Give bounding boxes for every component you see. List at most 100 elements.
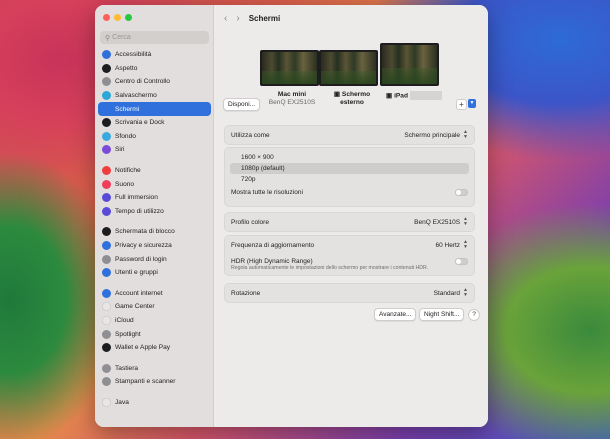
sidebar-item-label: Game Center (115, 303, 155, 311)
sidebar-item-centro-di-controllo[interactable]: Centro di Controllo (98, 75, 211, 89)
sidebar-item-schermi[interactable]: Schermi (98, 102, 211, 116)
screen-time-icon (102, 206, 111, 216)
sidebar-item-label: Wallet e Apple Pay (115, 344, 171, 352)
sidebar-item-label: Suono (115, 180, 135, 188)
forward-arrow-icon[interactable]: › (236, 13, 239, 24)
sidebar-nav: Accessibilità Aspetto Centro di Controllo S… (98, 48, 211, 409)
sidebar-item-label: Aspetto (115, 64, 138, 72)
privacy-icon (102, 241, 111, 251)
sidebar-item-spotlight[interactable]: Spotlight (98, 327, 211, 341)
sidebar-item-full-immersion[interactable]: Full immersion (98, 191, 211, 205)
sidebar-item-accessibilit[interactable]: Accessibilità (98, 48, 211, 62)
lock-screen-icon (102, 227, 111, 237)
sidebar-item-label: Privacy e sicurezza (115, 242, 172, 250)
sidebar-item-utenti-e-gruppi[interactable]: Utenti e gruppi (98, 266, 211, 280)
sidebar-item-label: Siri (115, 146, 125, 154)
display-label-ipad[interactable]: ▣ iPad (386, 91, 446, 100)
wallet-icon (102, 343, 111, 353)
sidebar-item-label: Tempo di utilizzo (115, 207, 164, 215)
close-button[interactable] (103, 14, 110, 21)
sidebar-item-game-center[interactable]: Game Center (98, 300, 211, 314)
sidebar-item-label: Full immersion (115, 194, 158, 202)
window-controls (103, 14, 132, 21)
sidebar-item-label: Java (115, 398, 129, 406)
nav-separator (98, 389, 211, 396)
sidebar-item-label: Accessibilità (115, 51, 152, 59)
sidebar-item-java[interactable]: Java (98, 396, 211, 410)
sidebar-item-privacy-e-sicurezza[interactable]: Privacy e sicurezza (98, 239, 211, 253)
main-pane: ‹ › Schermi Mac mini BenQ EX2510S ▣ Sche… (214, 5, 488, 427)
rotation-row: Rotazione Standard ▲ ▼ (231, 287, 468, 298)
show-all-toggle[interactable] (455, 188, 468, 196)
refresh-popup[interactable]: 60 Hertz ▲ ▼ (435, 240, 468, 250)
sidebar-item-label: Spotlight (115, 330, 141, 338)
sidebar-item-tempo-di-utilizzo[interactable]: Tempo di utilizzo (98, 205, 211, 219)
sidebar-item-label: Account internet (115, 289, 163, 297)
search-field[interactable]: ⚲ (100, 31, 209, 44)
sidebar-item-stampanti-e-scanner[interactable]: Stampanti e scanner (98, 375, 211, 389)
monitor-icon: ▣ (386, 92, 393, 100)
updown-chevron-icon: ▲ ▼ (463, 129, 468, 140)
display-label-mac-mini[interactable]: Mac mini BenQ EX2510S (262, 91, 322, 107)
sidebar-item-aspetto[interactable]: Aspetto (98, 62, 211, 76)
control-center-icon (102, 77, 111, 87)
sidebar-item-salvaschermo[interactable]: Salvaschermo (98, 89, 211, 103)
advanced-button[interactable]: Avanzate... (374, 308, 417, 321)
rotation-popup[interactable]: Standard ▲ ▼ (434, 288, 468, 298)
minimize-button[interactable] (114, 14, 121, 21)
resolution-option[interactable]: 1600 × 900 (230, 152, 469, 163)
sidebar-item-schermata-di-blocco[interactable]: Schermata di blocco (98, 225, 211, 239)
sidebar-item-label: Scrivania e Dock (115, 119, 165, 127)
nav-separator (98, 157, 211, 164)
rotation-card: Rotazione Standard ▲ ▼ (224, 283, 475, 303)
search-input[interactable] (112, 34, 203, 41)
appearance-icon (102, 63, 111, 73)
hdr-toggle[interactable] (455, 257, 468, 265)
screensaver-icon (102, 91, 111, 101)
sidebar-item-password-di-login[interactable]: Password di login (98, 252, 211, 266)
game-center-icon (102, 302, 111, 312)
sidebar-item-suono[interactable]: Suono (98, 177, 211, 191)
help-button[interactable]: ? (468, 309, 480, 321)
nav-separator (98, 280, 211, 287)
sidebar-item-label: iCloud (115, 316, 134, 324)
sidebar-item-label: Notifiche (115, 167, 141, 175)
display-label-external[interactable]: ▣ Schermo esterno (326, 91, 378, 107)
resolution-option[interactable]: 1080p (default) (230, 163, 469, 174)
use-as-popup[interactable]: Schermo principale ▲ ▼ (404, 130, 468, 140)
users-icon (102, 268, 111, 278)
wallpaper-icon (102, 131, 111, 141)
sidebar-item-account-internet[interactable]: Account internet (98, 287, 211, 301)
sidebar-item-scrivania-e-dock[interactable]: Scrivania e Dock (98, 116, 211, 130)
arrange-button[interactable]: Disponi... (223, 98, 261, 111)
night-shift-button[interactable]: Night Shift... (419, 308, 465, 321)
monitor-icon: ▣ (333, 91, 341, 98)
sidebar: ⚲ Accessibilità Aspetto Centro di Controll… (95, 5, 214, 427)
updown-chevron-icon: ▲ ▼ (463, 216, 468, 227)
sidebar-item-sfondo[interactable]: Sfondo (98, 130, 211, 144)
display-thumbnail-ipad[interactable] (380, 43, 439, 86)
sidebar-item-label: Salvaschermo (115, 92, 157, 100)
add-display-button[interactable]: + (456, 99, 467, 110)
sidebar-item-label: Stampanti e scanner (115, 378, 176, 386)
keyboard-icon (102, 363, 111, 373)
nav-separator (98, 354, 211, 361)
chevron-down-icon[interactable]: ▼ (468, 99, 476, 108)
search-icon: ⚲ (105, 34, 111, 42)
color-profile-popup[interactable]: BenQ EX2510S ▲ ▼ (414, 217, 468, 227)
sidebar-item-wallet-e-apple-pay[interactable]: Wallet e Apple Pay (98, 341, 211, 355)
resolution-option[interactable]: 720p (230, 174, 469, 185)
hdr-hint: Regola automaticamente le impostazioni d… (231, 265, 429, 271)
resolution-card: 1600 × 900 1080p (default) 720p Mostra tut… (224, 147, 475, 207)
maximize-button[interactable] (125, 14, 132, 21)
color-profile-card: Profilo colore BenQ EX2510S ▲ ▼ (224, 212, 475, 232)
use-as-card: Utilizza come Schermo principale ▲ ▼ (224, 125, 475, 145)
back-arrow-icon[interactable]: ‹ (224, 13, 227, 24)
sidebar-item-tastiera[interactable]: Tastiera (98, 361, 211, 375)
display-thumbnail-external[interactable] (319, 50, 378, 86)
sidebar-item-notifiche[interactable]: Notifiche (98, 164, 211, 178)
updown-chevron-icon: ▲ ▼ (463, 287, 468, 298)
display-thumbnail-mac-mini[interactable] (260, 50, 319, 86)
sidebar-item-icloud[interactable]: iCloud (98, 314, 211, 328)
sidebar-item-siri[interactable]: Siri (98, 143, 211, 157)
